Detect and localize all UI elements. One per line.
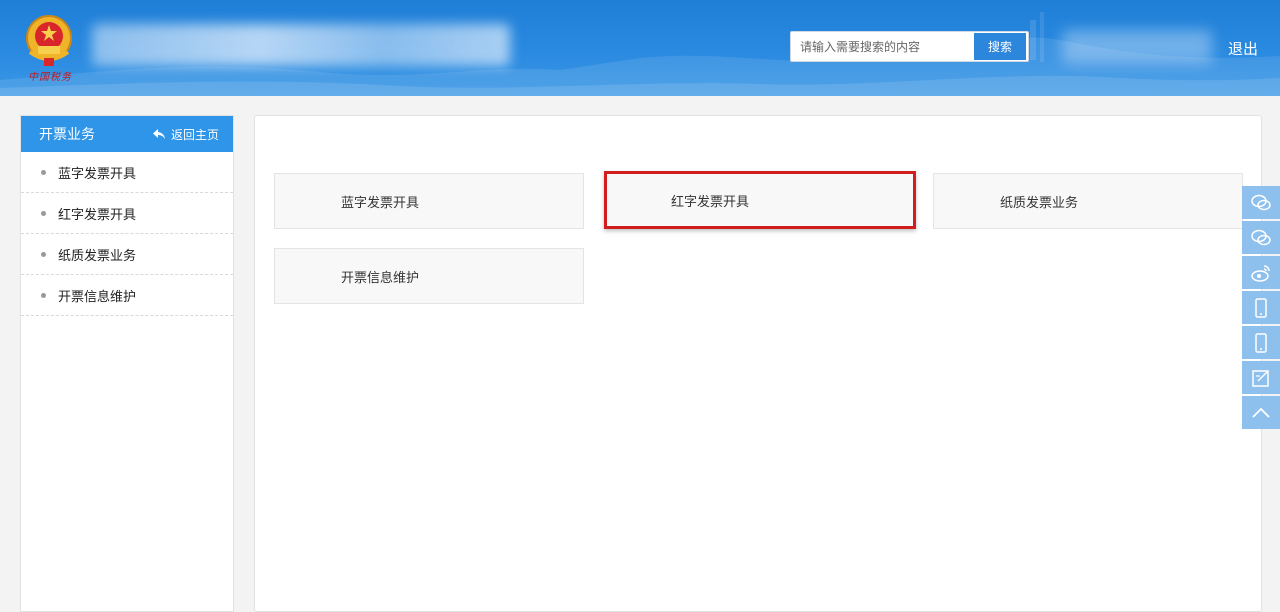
wechat-icon xyxy=(1251,229,1271,245)
sidebar-menu: 蓝字发票开具 红字发票开具 纸质发票业务 开票信息维护 xyxy=(21,152,233,316)
mobile-app-button[interactable] xyxy=(1242,291,1280,324)
search-input[interactable] xyxy=(791,32,974,61)
back-home-label: 返回主页 xyxy=(170,127,219,142)
blurred-user-info xyxy=(1062,30,1212,64)
sidebar-item-label: 红字发票开具 xyxy=(58,207,137,223)
wechat-account-button[interactable] xyxy=(1242,221,1280,254)
main-panel: 蓝字发票开具 红字发票开具 纸质发票业务 开票信息维护 xyxy=(254,115,1262,612)
mobile-icon xyxy=(1255,332,1267,353)
mobile-client-button[interactable] xyxy=(1242,326,1280,359)
header: 中国税务 搜索 退出 xyxy=(0,0,1280,96)
bullet-icon xyxy=(41,169,46,175)
logout-link[interactable]: 退出 xyxy=(1228,38,1258,59)
tile-label: 蓝字发票开具 xyxy=(341,195,420,211)
tile-red-invoice[interactable]: 红字发票开具 xyxy=(604,171,916,229)
bullet-icon xyxy=(41,251,46,257)
sidebar-item-paper-invoice[interactable]: 纸质发票业务 xyxy=(21,234,233,275)
tile-paper-invoice[interactable]: 纸质发票业务 xyxy=(933,173,1243,229)
search-box: 搜索 xyxy=(790,31,1029,62)
float-toolbar xyxy=(1242,186,1280,431)
sidebar-item-label: 开票信息维护 xyxy=(58,289,137,305)
wechat-icon xyxy=(1251,194,1271,210)
bullet-icon xyxy=(41,292,46,298)
emblem-caption: 中国税务 xyxy=(28,72,72,83)
feedback-button[interactable] xyxy=(1242,361,1280,394)
tile-blue-invoice[interactable]: 蓝字发票开具 xyxy=(274,173,584,229)
sidebar-item-blue-invoice[interactable]: 蓝字发票开具 xyxy=(21,152,233,193)
search-button[interactable]: 搜索 xyxy=(974,33,1026,60)
back-to-top-button[interactable] xyxy=(1242,396,1280,429)
edit-icon xyxy=(1252,369,1269,387)
sidebar: 开票业务 返回主页 蓝字发票开具 红字发票开具 纸质发票业务 开票信息维护 xyxy=(20,115,234,612)
bullet-icon xyxy=(41,210,46,216)
weibo-button[interactable] xyxy=(1242,256,1280,289)
blurred-site-title xyxy=(92,24,510,66)
weibo-icon xyxy=(1251,264,1270,282)
back-home-link[interactable]: 返回主页 xyxy=(152,126,219,143)
sidebar-item-label: 纸质发票业务 xyxy=(58,248,137,264)
sidebar-header: 开票业务 返回主页 xyxy=(21,116,233,152)
sidebar-item-red-invoice[interactable]: 红字发票开具 xyxy=(21,193,233,234)
mobile-icon xyxy=(1255,297,1267,318)
sidebar-title: 开票业务 xyxy=(39,127,95,143)
wechat-button[interactable] xyxy=(1242,186,1280,219)
chevron-up-icon xyxy=(1252,407,1270,418)
tile-label: 开票信息维护 xyxy=(341,270,420,286)
tile-invoice-info[interactable]: 开票信息维护 xyxy=(274,248,584,304)
sidebar-item-label: 蓝字发票开具 xyxy=(58,166,137,182)
sidebar-item-invoice-info[interactable]: 开票信息维护 xyxy=(21,275,233,316)
back-arrow-icon xyxy=(152,129,165,139)
tile-label: 纸质发票业务 xyxy=(1000,195,1079,211)
tile-label: 红字发票开具 xyxy=(671,194,750,210)
